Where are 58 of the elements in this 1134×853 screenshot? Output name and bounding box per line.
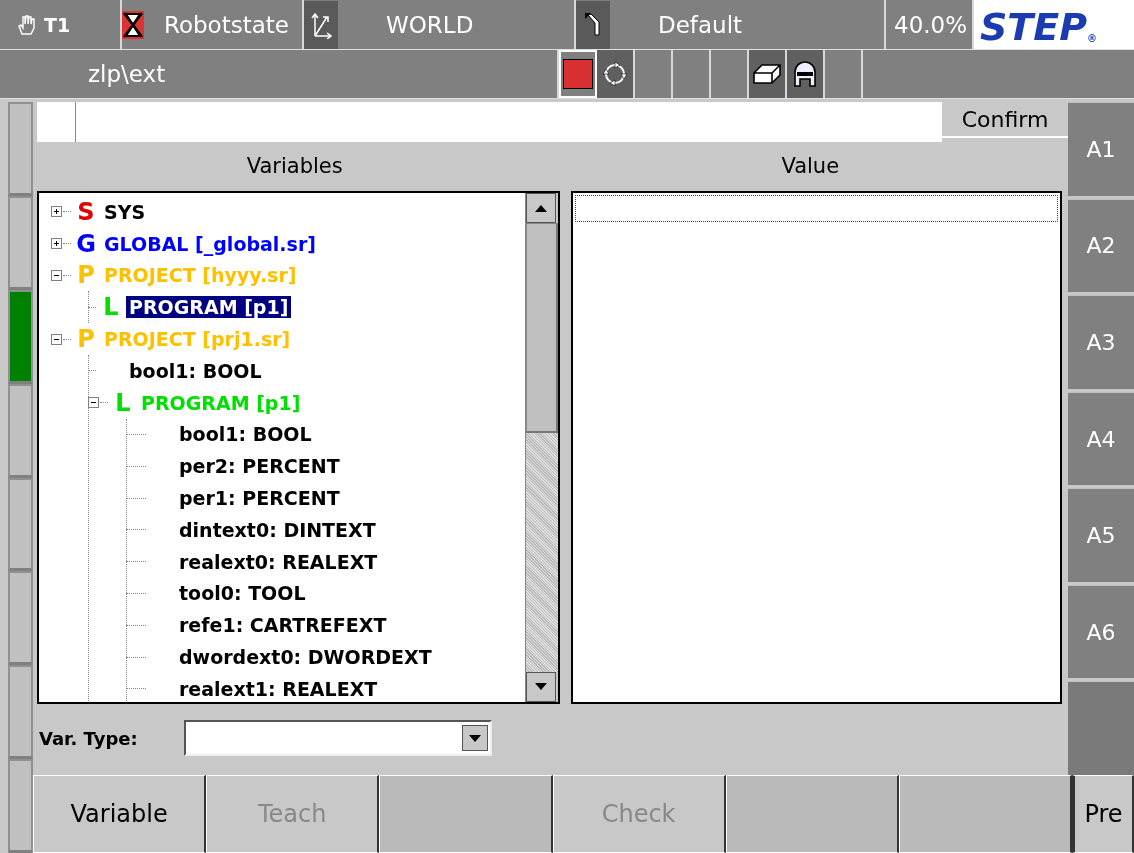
softkey[interactable]: A2 xyxy=(1068,198,1134,293)
tree-item[interactable]: realext0: REALEXT xyxy=(176,550,381,573)
collapse-icon[interactable] xyxy=(51,333,62,345)
softkey[interactable]: Pre xyxy=(1072,775,1134,853)
side-key[interactable] xyxy=(8,102,33,196)
cube-icon xyxy=(752,61,782,87)
tree-item[interactable]: bool1: BOOL xyxy=(126,359,265,382)
tool-label: Default xyxy=(658,11,743,38)
column-header: Value xyxy=(780,153,841,180)
side-key[interactable] xyxy=(8,759,33,853)
column-header: Variables xyxy=(245,153,344,180)
tree-item[interactable]: PROGRAM [p1] xyxy=(126,296,292,319)
collapse-icon[interactable] xyxy=(51,270,62,281)
tree-item[interactable]: tool0: TOOL xyxy=(176,582,309,605)
hand-icon xyxy=(16,13,36,36)
tree-item[interactable]: bool1: BOOL xyxy=(176,423,315,446)
scope-letter: P xyxy=(76,325,96,354)
var-type-dropdown[interactable] xyxy=(183,720,492,756)
tree-item[interactable]: GLOBAL [_global.sr] xyxy=(101,232,319,255)
path-label: zlp\ext xyxy=(0,50,559,98)
mode-label: T1 xyxy=(44,13,71,36)
tree-item[interactable]: per2: PERCENT xyxy=(176,455,343,478)
side-key[interactable] xyxy=(8,383,33,478)
tree-item[interactable]: realext1: REALEXT xyxy=(176,677,381,700)
softkey[interactable]: A3 xyxy=(1068,295,1134,389)
expand-icon[interactable] xyxy=(51,238,62,250)
scrollbar[interactable] xyxy=(525,193,558,702)
logo: STEP® xyxy=(974,0,1134,49)
scope-letter: L xyxy=(102,293,120,322)
scope-letter: L xyxy=(114,388,132,417)
axes-icon xyxy=(304,0,338,49)
robot-state-label: Robotstate xyxy=(164,11,289,38)
tree-item[interactable]: SYS xyxy=(101,200,149,223)
scope-letter: G xyxy=(75,229,97,258)
side-key[interactable] xyxy=(8,571,33,666)
collapse-icon[interactable] xyxy=(88,397,99,409)
scope-letter: S xyxy=(76,197,96,226)
softkey[interactable]: A6 xyxy=(1068,584,1134,679)
tree-item[interactable]: dintext0: DINTEXT xyxy=(176,518,379,541)
tree-item[interactable]: per1: PERCENT xyxy=(176,487,343,510)
robot-head-icon xyxy=(791,60,819,88)
softkey[interactable]: A1 xyxy=(1068,102,1134,196)
scope-letter: P xyxy=(76,261,96,290)
tree-item[interactable]: dwordext0: DWORDEXT xyxy=(176,646,435,669)
tree-item[interactable]: refe1: CARTREFEXT xyxy=(176,614,390,637)
side-key[interactable] xyxy=(8,477,33,572)
softkey[interactable]: A5 xyxy=(1068,488,1134,582)
input-field[interactable] xyxy=(37,102,942,142)
side-key[interactable] xyxy=(8,289,33,384)
coord-system-label: WORLD xyxy=(386,11,474,38)
softkey[interactable]: Variable xyxy=(33,775,207,853)
var-type-label: Var. Type: xyxy=(39,727,138,749)
side-key[interactable] xyxy=(8,665,33,760)
softkey[interactable]: A4 xyxy=(1068,391,1134,486)
expand-icon[interactable] xyxy=(51,206,62,218)
side-key[interactable] xyxy=(8,195,33,290)
hourglass-icon xyxy=(122,10,144,39)
cycle-icon xyxy=(602,61,628,87)
